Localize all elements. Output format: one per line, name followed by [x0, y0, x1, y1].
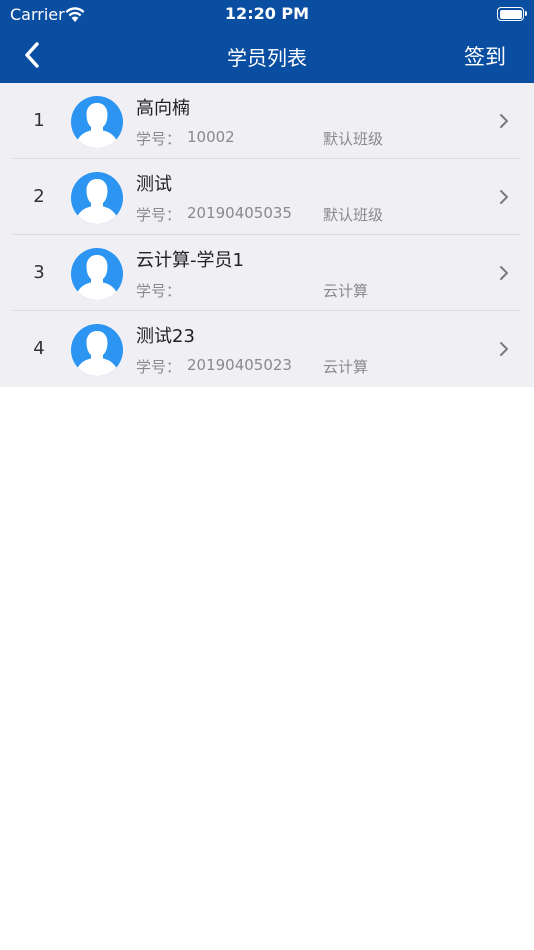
- navigation-bar: 学员列表 签到: [0, 28, 534, 83]
- class-name: 云计算: [323, 358, 369, 376]
- student-id: 20190405035: [187, 204, 292, 222]
- chevron-right-icon: [500, 190, 508, 204]
- student-name: 云计算-学员1: [136, 250, 244, 271]
- page-title: 学员列表: [227, 46, 307, 70]
- student-row[interactable]: 4 测试23 学号： 20190405023 云计算: [0, 311, 534, 387]
- avatar: [71, 324, 123, 376]
- student-id-label: 学号：: [136, 130, 182, 148]
- clock: 12:20 PM: [224, 4, 310, 23]
- student-row[interactable]: 2 测试 学号： 20190405035 默认班级: [0, 159, 534, 235]
- person-icon: [75, 103, 119, 148]
- class-name: 默认班级: [323, 206, 384, 224]
- student-name: 测试23: [136, 326, 195, 347]
- class-name: 云计算: [323, 282, 369, 300]
- student-list: 1 高向楠 学号： 10002 默认班级 2 测试 学号： 2019040503…: [0, 83, 534, 387]
- avatar: [71, 172, 123, 224]
- student-id: 20190405023: [187, 356, 292, 374]
- row-index: 4: [33, 338, 45, 359]
- chevron-right-icon: [500, 114, 508, 128]
- student-id-label: 学号：: [136, 282, 182, 300]
- battery-icon: [497, 7, 527, 21]
- student-row[interactable]: 3 云计算-学员1 学号： 云计算: [0, 235, 534, 311]
- avatar: [71, 248, 123, 300]
- person-icon: [75, 331, 119, 376]
- person-icon: [75, 255, 119, 300]
- person-icon: [75, 179, 119, 224]
- chevron-right-icon: [500, 342, 508, 356]
- student-name: 高向楠: [136, 98, 190, 119]
- chevron-right-icon: [500, 266, 508, 280]
- student-name: 测试: [136, 174, 172, 195]
- student-id: 10002: [187, 128, 235, 146]
- row-index: 3: [33, 262, 45, 283]
- student-id-label: 学号：: [136, 358, 182, 376]
- status-bar: Carrier 12:20 PM: [0, 0, 534, 28]
- class-name: 默认班级: [323, 130, 384, 148]
- student-row[interactable]: 1 高向楠 学号： 10002 默认班级: [0, 83, 534, 159]
- avatar: [71, 96, 123, 148]
- row-index: 1: [33, 110, 45, 131]
- student-id-label: 学号：: [136, 206, 182, 224]
- check-in-button[interactable]: 签到: [464, 41, 506, 71]
- row-index: 2: [33, 186, 45, 207]
